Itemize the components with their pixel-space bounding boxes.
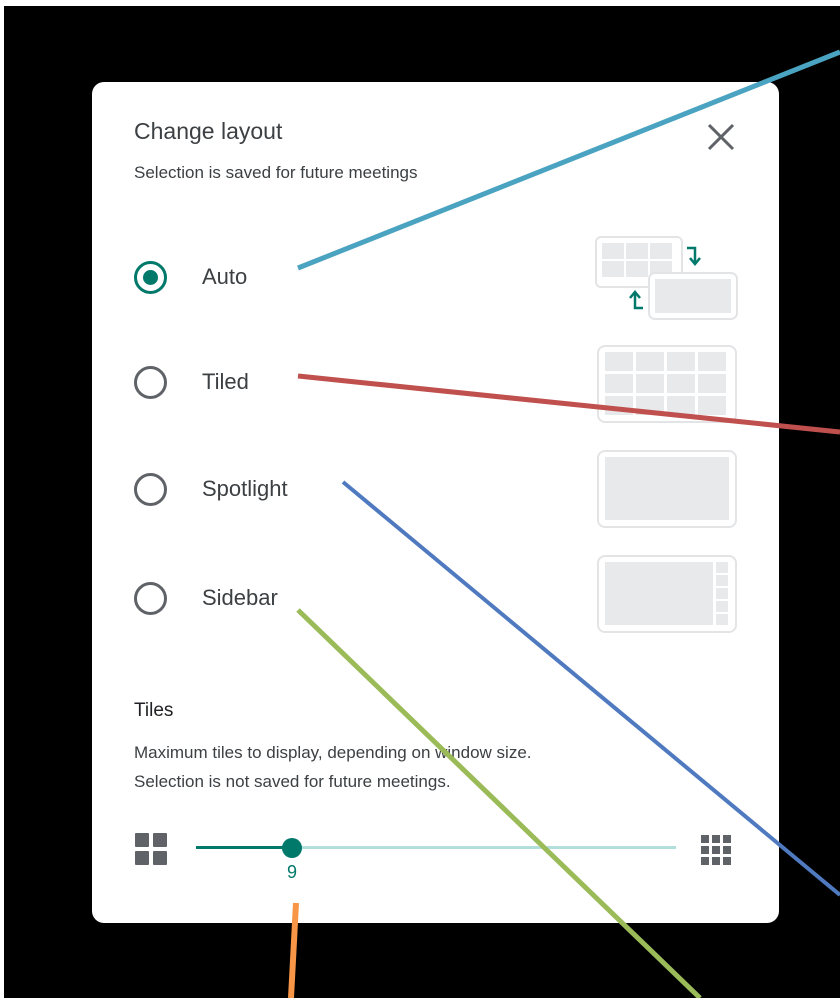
spotlight-label: Spotlight — [202, 476, 288, 501]
auto-radio-button[interactable] — [134, 261, 167, 294]
spotlight-radio-button[interactable] — [134, 473, 167, 506]
slider-track-fill — [196, 846, 292, 849]
auto-label: Auto — [202, 264, 248, 289]
layout-option-sidebar[interactable]: Sidebar — [92, 542, 779, 642]
tiled-layout-icon — [597, 345, 737, 423]
few-tiles-grid-icon — [134, 832, 168, 871]
slider-value-label: 9 — [286, 862, 298, 882]
dialog-title: Change layout — [134, 118, 283, 144]
tiles-description: Maximum tiles to display, depending on w… — [134, 738, 754, 796]
sidebar-layout-icon — [597, 555, 737, 633]
tiles-description-line2: Selection is not saved for future meetin… — [134, 772, 451, 791]
tiles-description-line1: Maximum tiles to display, depending on w… — [134, 743, 532, 762]
slider-thumb[interactable] — [282, 838, 302, 858]
sidebar-label: Sidebar — [202, 585, 278, 610]
layout-option-auto[interactable]: Auto — [92, 228, 779, 328]
tiled-radio-button[interactable] — [134, 366, 167, 399]
sidebar-radio-button[interactable] — [134, 582, 167, 615]
auto-layout-icon — [595, 236, 740, 322]
close-icon[interactable] — [700, 116, 742, 158]
dialog-subtitle: Selection is saved for future meetings — [134, 163, 418, 182]
spotlight-layout-icon — [597, 450, 737, 528]
tiles-section-title: Tiles — [134, 700, 174, 721]
layout-option-tiled[interactable]: Tiled — [92, 332, 779, 432]
change-layout-dialog: Change layout Selection is saved for fut… — [92, 82, 779, 923]
many-tiles-grid-icon — [700, 834, 732, 871]
tiled-label: Tiled — [202, 369, 249, 394]
layout-option-spotlight[interactable]: Spotlight — [92, 437, 779, 537]
tiles-slider[interactable] — [196, 834, 676, 864]
